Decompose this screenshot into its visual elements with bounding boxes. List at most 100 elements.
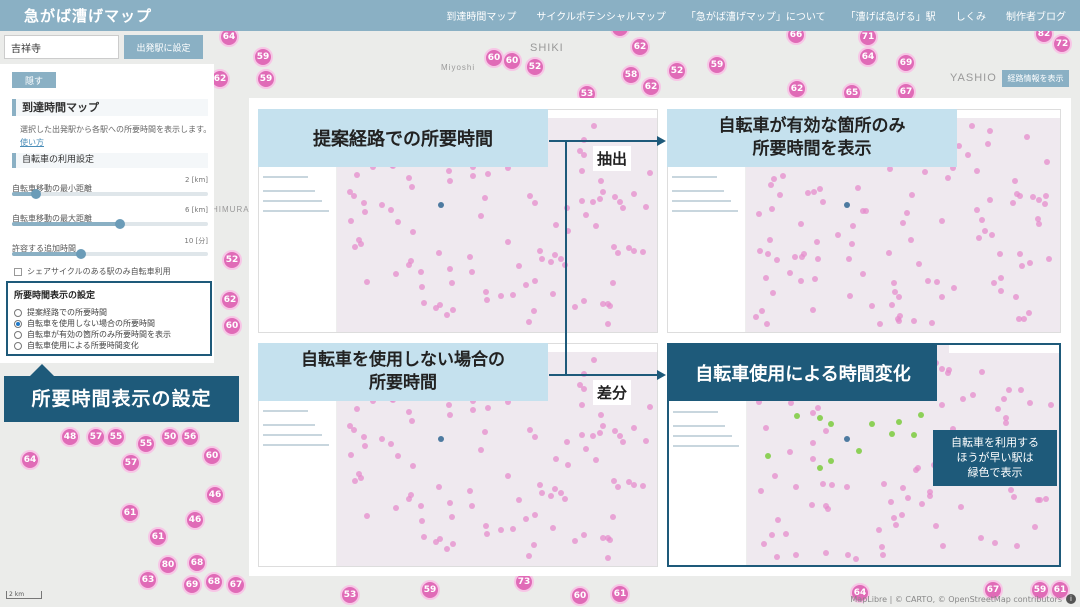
- route-info-button[interactable]: 経路情報を表示: [1002, 70, 1069, 87]
- hide-panel-button[interactable]: 隠す: [12, 72, 56, 88]
- station-marker[interactable]: 72: [1052, 34, 1072, 54]
- mini-station-dot: [776, 191, 783, 198]
- display-option-proposed[interactable]: 提案経路での所要時間: [14, 307, 107, 318]
- mini-station-dot: [600, 422, 607, 429]
- nav-cycle-potential-map[interactable]: サイクルポテンシャルマップ: [536, 8, 666, 23]
- mini-station-dot: [849, 223, 856, 230]
- slider-thumb[interactable]: [75, 249, 86, 259]
- station-marker[interactable]: 64: [20, 450, 40, 470]
- station-marker[interactable]: 60: [202, 446, 222, 466]
- mini-station-dot: [484, 170, 491, 177]
- station-marker[interactable]: 46: [205, 485, 225, 505]
- flow-line-vertical: [565, 140, 567, 374]
- radio-button[interactable]: [14, 330, 22, 339]
- station-marker[interactable]: 50: [160, 427, 180, 447]
- nav-about[interactable]: 「急がば漕げマップ」について: [686, 8, 826, 23]
- display-option-effective-only[interactable]: 自転車が有効の箇所のみ所要時間を表示: [14, 329, 171, 340]
- station-marker[interactable]: 55: [136, 434, 156, 454]
- station-marker[interactable]: 61: [610, 584, 630, 604]
- mini-station-dot: [532, 512, 539, 519]
- display-option-no-bike[interactable]: 自転車を使用しない場合の所要時間: [14, 318, 155, 329]
- mini-station-dot: [557, 255, 564, 262]
- nav-how-it-works[interactable]: しくみ: [956, 8, 986, 23]
- station-marker[interactable]: 56: [180, 427, 200, 447]
- mini-station-dot: [817, 414, 824, 421]
- station-marker[interactable]: 52: [222, 250, 242, 270]
- radio-button[interactable]: [14, 341, 22, 350]
- set-origin-button[interactable]: 出発駅に設定: [124, 35, 203, 59]
- station-marker[interactable]: 52: [667, 61, 687, 81]
- mini-station-dot: [484, 404, 491, 411]
- station-marker[interactable]: 58: [621, 65, 641, 85]
- station-marker[interactable]: 53: [340, 585, 360, 605]
- station-marker[interactable]: 57: [86, 427, 106, 447]
- map-attribution[interactable]: MapLibre | © CARTO, © OpenStreetMap cont…: [850, 595, 1062, 604]
- station-marker[interactable]: 62: [630, 37, 650, 57]
- mini-station-dot: [809, 456, 816, 463]
- mini-station-dot: [917, 412, 924, 419]
- station-marker[interactable]: 59: [253, 47, 273, 67]
- mini-station-dot: [767, 181, 774, 188]
- station-marker[interactable]: 64: [858, 47, 878, 67]
- station-marker[interactable]: 80: [158, 555, 178, 575]
- station-marker[interactable]: 60: [570, 586, 590, 606]
- station-marker[interactable]: 63: [138, 570, 158, 590]
- station-marker[interactable]: 60: [222, 316, 242, 336]
- slider-track[interactable]: [12, 189, 208, 199]
- station-marker[interactable]: 68: [204, 572, 224, 592]
- mini-station-dot: [997, 274, 1004, 281]
- station-marker[interactable]: 60: [484, 48, 504, 68]
- slider-track[interactable]: [12, 219, 208, 229]
- mini-station-dot: [483, 297, 490, 304]
- mini-station-dot: [1007, 486, 1014, 493]
- mini-station-dot: [478, 212, 485, 219]
- slider-track[interactable]: [12, 249, 208, 259]
- usage-link[interactable]: 使い方: [20, 137, 44, 148]
- mini-station-dot: [607, 303, 614, 310]
- mini-station-dot: [626, 478, 633, 485]
- station-marker[interactable]: 62: [641, 77, 661, 97]
- station-marker[interactable]: 61: [148, 527, 168, 547]
- station-marker[interactable]: 52: [525, 57, 545, 77]
- mini-station-dot: [829, 481, 836, 488]
- mini-station-dot: [1045, 255, 1052, 262]
- station-marker[interactable]: 60: [502, 51, 522, 71]
- station-marker[interactable]: 57: [121, 453, 141, 473]
- mini-station-dot: [643, 438, 650, 445]
- station-marker[interactable]: 62: [787, 79, 807, 99]
- station-marker[interactable]: 68: [187, 553, 207, 573]
- share-cycle-checkbox-row[interactable]: シェアサイクルのある駅のみ自転車利用: [14, 266, 171, 277]
- site-title[interactable]: 急がば漕げマップ: [24, 5, 152, 26]
- station-marker[interactable]: 59: [256, 69, 276, 89]
- station-marker[interactable]: 61: [120, 503, 140, 523]
- station-marker[interactable]: 62: [220, 290, 240, 310]
- origin-station-input[interactable]: [4, 35, 119, 59]
- station-marker[interactable]: 69: [896, 53, 916, 73]
- mini-station-dot: [990, 280, 997, 287]
- mini-station-dot: [364, 279, 371, 286]
- slider-thumb[interactable]: [30, 189, 41, 199]
- station-marker[interactable]: 59: [420, 580, 440, 600]
- share-cycle-checkbox[interactable]: [14, 267, 22, 276]
- slider-thumb[interactable]: [114, 219, 125, 229]
- radio-button[interactable]: [14, 319, 22, 328]
- mini-station-dot: [591, 122, 598, 129]
- radio-button[interactable]: [14, 308, 22, 317]
- mini-station-dot: [515, 263, 522, 270]
- display-option-time-change[interactable]: 自転車使用による所要時間変化: [14, 340, 139, 351]
- station-marker[interactable]: 46: [185, 510, 205, 530]
- station-marker[interactable]: 59: [707, 55, 727, 75]
- mini-station-dot: [793, 412, 800, 419]
- nav-stations[interactable]: 「漕げば急げる」駅: [846, 8, 936, 23]
- mini-station-dot: [536, 248, 543, 255]
- info-icon[interactable]: i: [1066, 594, 1076, 604]
- station-marker[interactable]: 48: [60, 427, 80, 447]
- arrow-right-icon: [657, 370, 666, 380]
- station-marker[interactable]: 55: [106, 427, 126, 447]
- mini-station-dot: [449, 306, 456, 313]
- station-marker[interactable]: 67: [226, 575, 246, 595]
- mini-station-dot: [973, 207, 980, 214]
- nav-blog[interactable]: 制作者ブログ: [1006, 8, 1066, 23]
- station-marker[interactable]: 69: [182, 575, 202, 595]
- nav-arrival-time-map[interactable]: 到達時間マップ: [446, 8, 516, 23]
